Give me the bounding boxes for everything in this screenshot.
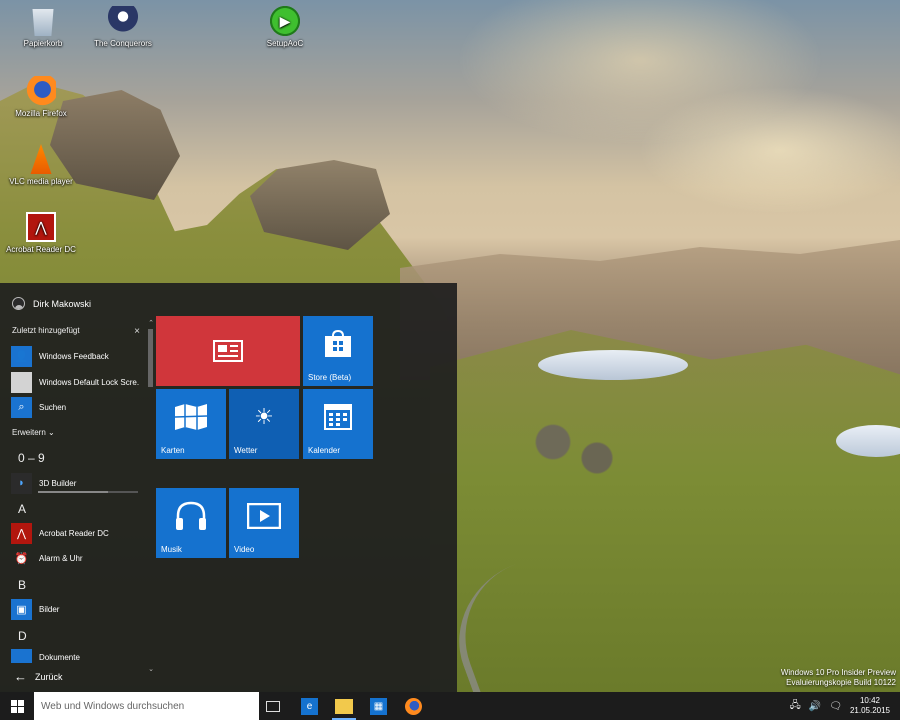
store-icon[interactable]: ▦ — [370, 698, 387, 715]
app-windows-default-lock-screen[interactable]: Windows Default Lock Scre... — [11, 371, 139, 393]
wallpaper-far-hills — [400, 240, 900, 380]
firefox-icon — [26, 76, 56, 106]
clock[interactable]: 10:42 21.05.2015 — [850, 696, 890, 716]
alarm-clock-icon: ⏰ — [14, 552, 29, 565]
volume-icon[interactable]: 🔊 — [809, 701, 821, 712]
news-icon — [156, 316, 300, 386]
desktop-icon-vlc[interactable]: VLC media player — [2, 144, 80, 186]
app-list-scrollbar[interactable]: ⌃ ⌄ — [147, 320, 155, 673]
acrobat-icon — [26, 212, 56, 242]
user-account-button[interactable]: Dirk Makowski — [12, 297, 91, 310]
scroll-thumb[interactable] — [148, 329, 153, 387]
wallpaper-lake — [538, 350, 688, 380]
group-header-0-9[interactable]: 0 – 9 — [18, 451, 45, 465]
desktop-icon-setupaoc[interactable]: ▶ SetupAoC — [246, 6, 324, 48]
recycle-bin-icon — [32, 9, 54, 36]
group-header-b[interactable]: B — [18, 578, 26, 592]
build-watermark: Windows 10 Pro Insider Preview Evaluieru… — [780, 668, 896, 687]
tile-karten[interactable]: Karten — [156, 389, 226, 459]
desktop-icon-firefox[interactable]: Mozilla Firefox — [2, 76, 80, 118]
recently-added-header: Zuletzt hinzugefügt × — [12, 326, 140, 337]
task-view-icon[interactable] — [266, 701, 280, 712]
tile-wetter[interactable]: ☀ Wetter — [229, 389, 299, 459]
firefox-icon[interactable] — [405, 698, 422, 715]
photos-icon: ▣ — [11, 598, 32, 620]
conquerors-icon — [108, 6, 138, 36]
network-icon[interactable]: 🖧 — [790, 698, 801, 715]
app-bilder[interactable]: ▣ Bilder — [11, 598, 139, 620]
windows-logo-icon — [10, 699, 24, 713]
acrobat-icon: ⋀ — [11, 522, 32, 544]
wallpaper-valley — [430, 330, 900, 700]
app-acrobat-reader-dc[interactable]: ⋀ Acrobat Reader DC — [11, 522, 139, 544]
video-icon — [229, 488, 299, 544]
back-button[interactable]: ← Zurück — [14, 669, 63, 684]
chevron-down-icon: ⌄ — [48, 428, 55, 437]
notification-icon[interactable]: 🗨 — [829, 701, 842, 712]
app-alarm-uhr[interactable]: ⏰ Alarm & Uhr — [11, 547, 139, 569]
weather-icon: ☀ — [254, 404, 274, 429]
wallpaper-cliff — [250, 160, 390, 250]
lock-screen-icon — [11, 371, 32, 393]
desktop-icon-recycle-bin[interactable]: Papierkorb — [4, 6, 82, 48]
start-button[interactable] — [0, 692, 34, 720]
user-avatar-icon — [12, 297, 25, 310]
tile-kalender[interactable]: Kalender — [303, 389, 373, 459]
vlc-icon — [30, 144, 52, 174]
install-progress-fill — [38, 491, 108, 493]
group-header-d[interactable]: D — [18, 629, 27, 643]
group-header-a[interactable]: A — [18, 502, 26, 516]
tile-store[interactable]: Store (Beta) — [303, 316, 373, 386]
desktop-icon-the-conquerors[interactable]: The Conquerors — [84, 6, 162, 48]
setup-icon: ▶ — [270, 6, 300, 36]
taskbar: e ▦ 🖧 🔊 🗨 10:42 21.05.2015 — [0, 692, 900, 720]
app-dokumente[interactable]: Dokumente — [11, 649, 139, 663]
tile-video[interactable]: Video — [229, 488, 299, 558]
user-name: Dirk Makowski — [33, 298, 92, 309]
wallpaper-road — [436, 544, 614, 716]
desktop-icon-acrobat[interactable]: Acrobat Reader DC — [2, 212, 80, 254]
wallpaper-lake — [836, 425, 900, 457]
expand-button[interactable]: Erweitern ⌄ — [12, 428, 55, 437]
documents-icon — [11, 649, 32, 663]
tile-news[interactable] — [156, 316, 300, 386]
close-icon[interactable]: × — [134, 326, 140, 337]
store-icon — [303, 316, 373, 372]
wallpaper-rocks — [520, 410, 630, 490]
back-arrow-icon: ← — [14, 669, 27, 684]
scroll-down-icon[interactable]: ⌄ — [147, 665, 155, 673]
search-box[interactable] — [34, 692, 259, 720]
start-menu-app-list: Dirk Makowski Zuletzt hinzugefügt × 👤 Wi… — [0, 283, 147, 692]
system-tray: 🖧 🔊 🗨 10:42 21.05.2015 — [790, 692, 890, 720]
install-progress-bar — [38, 491, 138, 493]
search-icon: ⌕ — [11, 396, 32, 418]
start-menu: Dirk Makowski Zuletzt hinzugefügt × 👤 Wi… — [0, 283, 457, 692]
feedback-icon: 👤 — [11, 345, 32, 367]
3d-builder-icon: ◗ — [11, 472, 32, 494]
search-input[interactable] — [34, 692, 259, 720]
calendar-icon — [303, 389, 373, 445]
tile-musik[interactable]: Musik — [156, 488, 226, 558]
scroll-up-icon[interactable]: ⌃ — [147, 319, 155, 327]
headphones-icon — [156, 488, 226, 544]
maps-icon — [156, 389, 226, 445]
app-windows-feedback[interactable]: 👤 Windows Feedback — [11, 345, 139, 367]
app-suchen[interactable]: ⌕ Suchen — [11, 396, 139, 418]
file-explorer-icon[interactable] — [335, 699, 353, 714]
internet-explorer-icon[interactable]: e — [301, 698, 318, 715]
